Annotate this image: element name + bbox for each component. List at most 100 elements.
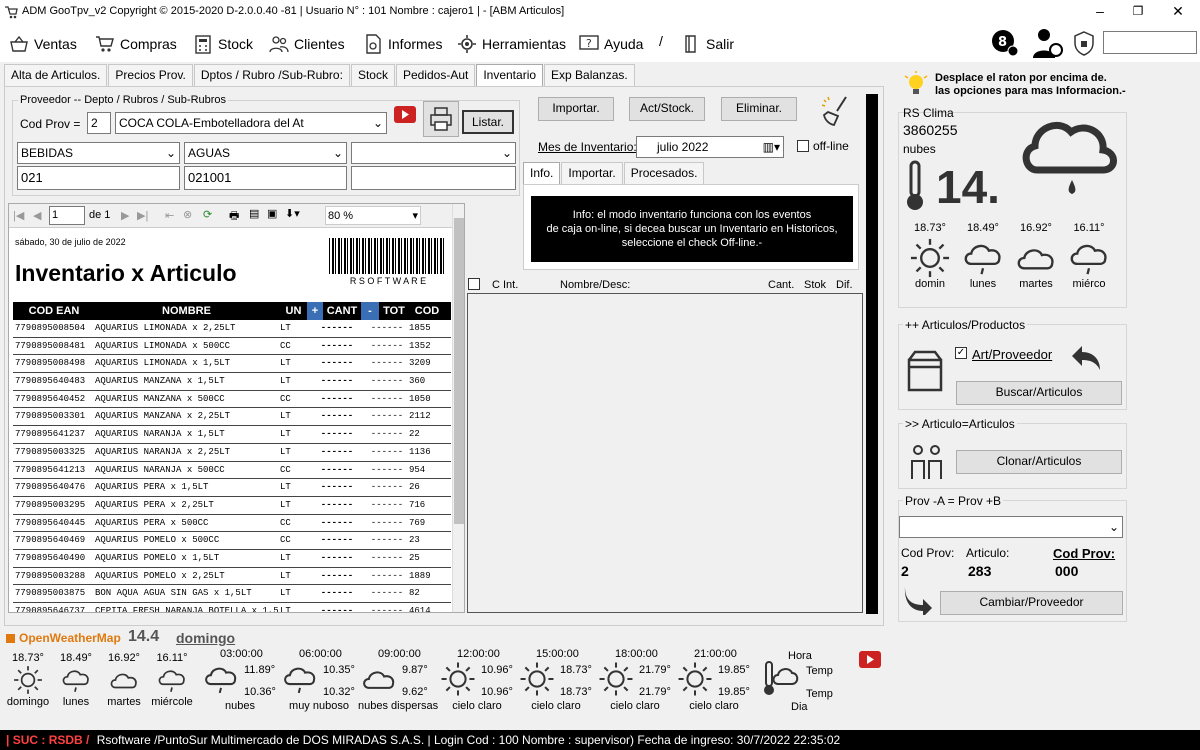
prov-select[interactable]: ⌄	[899, 516, 1123, 538]
depto-select[interactable]: BEBIDAS ⌄	[17, 142, 180, 164]
broom-icon[interactable]	[820, 94, 854, 128]
report-scrollbar[interactable]	[452, 204, 464, 612]
table-row: 7790895641237 AQUARIUS NARANJA x 1,5LT L…	[13, 426, 451, 444]
maximize-button[interactable]: ❐	[1128, 2, 1148, 20]
cell-ean: 7790895640445	[15, 517, 86, 528]
cod-prov-input[interactable]: 2	[87, 112, 111, 134]
last-page-icon[interactable]: ▶|	[137, 209, 148, 222]
report-date: sábado, 30 de julio de 2022	[15, 237, 126, 247]
clonar-articulos-button[interactable]: Clonar/Articulos	[956, 450, 1122, 474]
cell-ean: 7790895640469	[15, 535, 86, 546]
menu-stock[interactable]: Stock	[192, 33, 253, 55]
grid-header-stok: Stok	[804, 279, 827, 291]
splitter-bar[interactable]	[866, 94, 878, 614]
cambiar-proveedor-button[interactable]: Cambiar/Proveedor	[940, 591, 1123, 615]
back-icon[interactable]: ⇤	[165, 209, 174, 222]
offline-checkbox[interactable]	[797, 140, 809, 152]
subrubro-code-input[interactable]	[351, 166, 516, 190]
shield-lock-icon[interactable]	[1072, 30, 1096, 56]
inventory-grid[interactable]	[467, 293, 863, 613]
select-all-checkbox[interactable]	[468, 278, 480, 290]
back-arrow-icon[interactable]	[1070, 344, 1102, 372]
video-help-icon[interactable]	[858, 650, 882, 672]
cell-ean: 7790895003325	[15, 446, 86, 457]
menu-clientes[interactable]: Clientes	[268, 33, 345, 55]
cell-nombre: AQUARIUS PERA x 500CC	[95, 517, 209, 528]
scroll-thumb[interactable]	[454, 218, 464, 524]
depto-code-input[interactable]: 021	[17, 166, 180, 190]
print-report-icon[interactable]: 🖶	[229, 207, 239, 226]
export-icon[interactable]: ⬇▾	[285, 207, 300, 220]
subtab-info[interactable]: Info.	[523, 162, 561, 185]
timer-icon[interactable]: 8	[990, 28, 1020, 58]
chevron-down-icon: ⌄	[372, 116, 383, 130]
print-button[interactable]	[423, 101, 459, 137]
owm-hour-temp2: 10.36°	[244, 686, 276, 698]
cell-un: CC	[280, 535, 291, 546]
actstock-button[interactable]: Act/Stock.	[629, 97, 705, 121]
eliminar-button[interactable]: Eliminar.	[721, 97, 797, 121]
owm-hour-temp2: 10.32°	[323, 686, 355, 698]
tab-pedidos-aut[interactable]: Pedidos-Aut	[395, 64, 476, 86]
cell-cod: 954	[409, 464, 426, 475]
menu-informes[interactable]: Informes	[362, 33, 442, 55]
status-suc: | SUC : RSDB /	[6, 733, 90, 747]
close-button[interactable]: ✕	[1168, 2, 1188, 20]
status-text: Rsoftware /PuntoSur Multimercado de DOS …	[96, 733, 841, 747]
tab-inventario[interactable]: Inventario	[476, 64, 544, 87]
subtab-importar[interactable]: Importar.	[561, 162, 623, 185]
minimize-button[interactable]: –	[1090, 2, 1110, 20]
prev-page-icon[interactable]: ◀	[33, 209, 41, 222]
cod-prov-b-value: 000	[1055, 563, 1079, 579]
tab-exp-balanzas[interactable]: Exp Balanzas.	[544, 64, 635, 86]
listar-button[interactable]: Listar.	[462, 110, 514, 134]
menu-ventas[interactable]: Ventas	[8, 33, 77, 55]
importar-button[interactable]: Importar.	[538, 97, 614, 121]
refresh-icon[interactable]: ⟳	[203, 208, 212, 221]
table-row: 7790895646737 CEPITA FRESH NARANJA BOTEL…	[13, 603, 451, 612]
forecast-temp: 16.11°	[1073, 222, 1105, 234]
first-page-icon[interactable]: |◀	[13, 209, 24, 222]
menu-ayuda[interactable]: ? Ayuda	[578, 33, 643, 55]
cell-cant: ------	[320, 446, 354, 457]
user-settings-icon[interactable]	[1030, 26, 1064, 60]
cell-tot: ------	[370, 358, 404, 369]
subrubro-select[interactable]: ⌄	[351, 142, 516, 164]
cod-prov-a-value: 2	[901, 563, 909, 579]
page-input[interactable]: 1	[49, 206, 85, 225]
mes-picker[interactable]: julio 2022 ▥▾	[636, 136, 784, 158]
cell-cant: ------	[320, 340, 354, 351]
tab-precios-prov[interactable]: Precios Prov.	[108, 64, 193, 86]
cell-un: CC	[280, 393, 291, 404]
art-proveedor-checkbox[interactable]: ✓	[955, 347, 967, 359]
video-help-icon[interactable]	[393, 105, 417, 127]
page-layout-icon[interactable]: ▤	[249, 207, 259, 220]
page-setup-icon[interactable]: ▣	[267, 207, 277, 220]
next-page-icon[interactable]: ▶	[121, 209, 129, 222]
zoom-select[interactable]: 80 % ▾	[325, 206, 421, 225]
tab-dptos-rubro[interactable]: Dptos / Rubro /Sub-Rubro:	[193, 64, 350, 86]
info-message: Info: el modo inventario funciona con lo…	[531, 196, 853, 262]
lightbulb-icon	[904, 71, 928, 94]
menu-label: Stock	[218, 36, 254, 52]
proveedor-select[interactable]: COCA COLA-Embotelladora del At ⌄	[115, 112, 387, 134]
grid-header-cint: C Int.	[492, 279, 519, 291]
menu-herramientas[interactable]: Herramientas	[456, 33, 566, 55]
buscar-articulos-button[interactable]: Buscar/Articulos	[956, 381, 1122, 405]
cell-ean: 7790895640476	[15, 482, 86, 493]
tab-alta-articulos[interactable]: Alta de Articulos.	[4, 64, 108, 86]
menu-salir[interactable]: Salir	[680, 33, 734, 55]
menu-compras[interactable]: Compras	[94, 33, 177, 55]
quick-search-input[interactable]	[1103, 31, 1197, 54]
rubro-code-input[interactable]: 021001	[184, 166, 347, 190]
stop-icon[interactable]: ⊗	[183, 208, 192, 221]
cell-tot: ------	[370, 499, 404, 510]
col-cod-ean: COD EAN	[28, 305, 80, 317]
table-row: 7790895640445 AQUARIUS PERA x 500CC CC -…	[13, 515, 451, 533]
rubro-select[interactable]: AGUAS ⌄	[184, 142, 347, 164]
cell-un: LT	[280, 552, 291, 563]
owm-hour-item: 03:00:00 11.89° 10.36° nubes	[200, 648, 280, 718]
tab-stock[interactable]: Stock	[350, 64, 395, 86]
subtab-procesados[interactable]: Procesados.	[623, 162, 705, 185]
cell-un: CC	[280, 464, 291, 475]
